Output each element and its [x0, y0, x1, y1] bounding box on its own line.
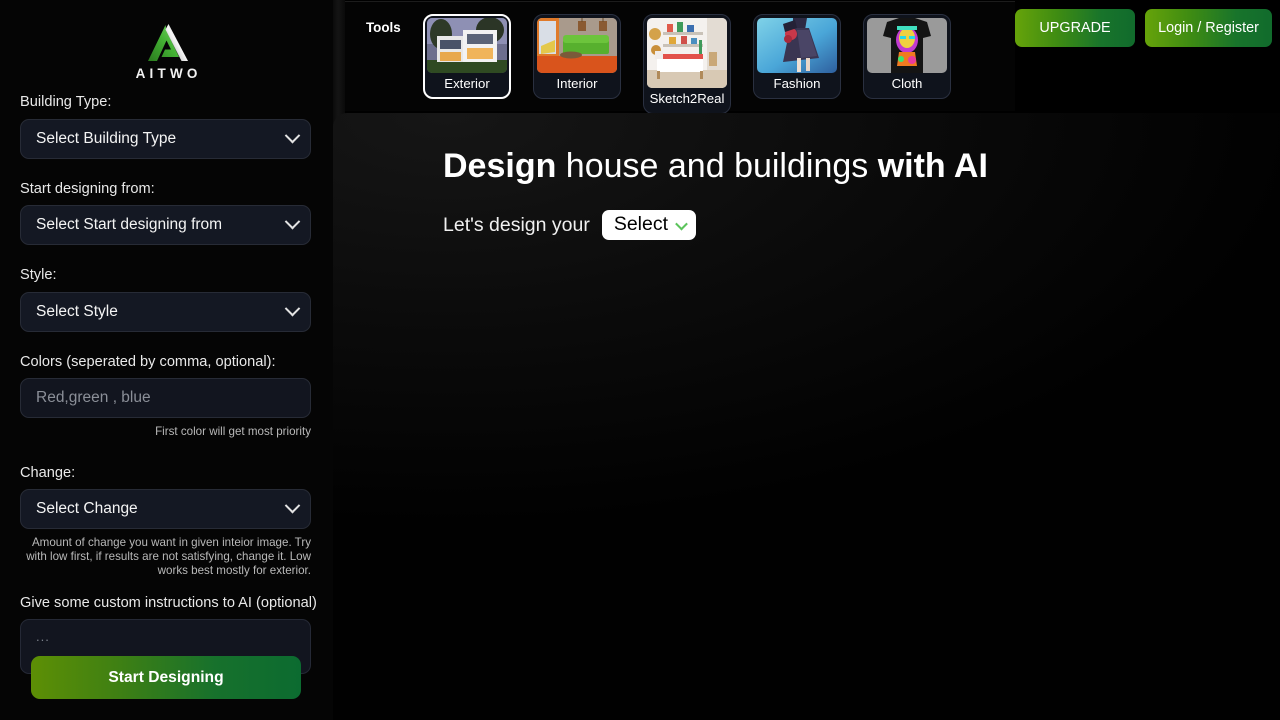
- tools-bar: Tools Exterior Interior Sketch2Real Fash…: [345, 1, 1015, 114]
- select-building-type[interactable]: Select Building Type: [20, 118, 311, 159]
- select-style[interactable]: Select Style: [20, 291, 311, 332]
- hero-subtitle-row: Let's design your Select: [443, 210, 697, 240]
- sidebar-panel: AITWO Building Type: Select Building Typ…: [0, 0, 333, 720]
- tool-card-cloth[interactable]: Cloth: [863, 14, 951, 99]
- field-start-designing-from: Start designing from: Select Start desig…: [0, 180, 333, 246]
- upgrade-button[interactable]: UPGRADE: [1015, 9, 1135, 47]
- brand-name: AITWO: [135, 66, 202, 81]
- tool-card-sketch2real[interactable]: Sketch2Real: [643, 14, 731, 114]
- white-bedroom-sketch-photo: [647, 18, 727, 88]
- main-content-panel: Design house and buildings with AI Let's…: [333, 113, 1280, 720]
- chevron-down-icon: [284, 127, 301, 144]
- tool-label-exterior: Exterior: [444, 76, 490, 91]
- select-building-type-value: Select Building Type: [36, 129, 177, 147]
- change-hint: Amount of change you want in given intei…: [26, 536, 311, 578]
- field-custom-instructions: Give some custom instructions to AI (opt…: [0, 594, 333, 611]
- label-colors: Colors (seperated by comma, optional):: [20, 353, 276, 370]
- label-start-designing-from: Start designing from:: [20, 180, 155, 197]
- page-title: Design house and buildings with AI: [443, 149, 988, 183]
- label-style: Style:: [20, 267, 57, 284]
- chevron-down-icon: [284, 498, 301, 514]
- chevron-down-icon: [284, 300, 301, 317]
- hero-subtitle-text: Let's design your: [443, 213, 590, 236]
- tools-title: Tools: [366, 20, 401, 35]
- modern-house-exterior-photo: [427, 18, 507, 73]
- neon-print-tshirt-photo: [867, 18, 947, 73]
- page-title-part2: house and buildings: [556, 147, 878, 185]
- field-style: Style: Select Style: [0, 268, 333, 332]
- label-change: Change:: [20, 464, 76, 481]
- green-sofa-living-room-photo: [537, 18, 617, 73]
- design-form: Building Type: Select Building Type Star…: [0, 95, 333, 675]
- tool-label-interior: Interior: [556, 76, 598, 91]
- field-colors: Colors (seperated by comma, optional): R…: [0, 355, 333, 419]
- tool-label-cloth: Cloth: [891, 76, 923, 91]
- page-title-part3: with AI: [877, 147, 988, 185]
- colors-hint: First color will get most priority: [155, 425, 311, 439]
- label-custom-instructions: Give some custom instructions to AI (opt…: [20, 594, 317, 611]
- hero-select-dropdown[interactable]: Select: [601, 210, 697, 240]
- select-change-value: Select Change: [36, 500, 138, 518]
- app-root: AITWO Building Type: Select Building Typ…: [0, 0, 1280, 720]
- fashion-dress-illustration: [757, 18, 837, 73]
- colors-input[interactable]: Red,green , blue: [20, 378, 311, 419]
- triangle-logo-icon: [147, 24, 188, 61]
- chevron-down-icon: [675, 217, 688, 230]
- tool-card-exterior[interactable]: Exterior: [423, 14, 511, 99]
- label-building-type: Building Type:: [20, 94, 112, 110]
- select-change[interactable]: Select Change: [20, 489, 311, 530]
- start-designing-button[interactable]: Start Designing: [31, 656, 301, 699]
- field-building-type: Building Type: Select Building Type: [0, 95, 333, 159]
- colors-input-placeholder: Red,green , blue: [36, 389, 151, 407]
- select-start-designing-from-value: Select Start designing from: [36, 216, 223, 234]
- tool-card-interior[interactable]: Interior: [533, 14, 621, 99]
- field-change: Change: Select Change: [0, 464, 333, 530]
- tool-label-sketch2real: Sketch2Real: [649, 91, 725, 106]
- hero-select-value: Select: [613, 213, 669, 236]
- page-title-part1: Design: [443, 147, 557, 185]
- brand-logo[interactable]: AITWO: [0, 22, 333, 81]
- tools-list: Exterior Interior Sketch2Real Fashion Cl…: [423, 14, 951, 114]
- tool-card-fashion[interactable]: Fashion: [753, 14, 841, 99]
- select-start-designing-from[interactable]: Select Start designing from: [20, 205, 311, 246]
- login-register-button[interactable]: Login / Register: [1145, 9, 1272, 47]
- chevron-down-icon: [284, 214, 301, 230]
- select-style-value: Select Style: [36, 302, 118, 320]
- tool-label-fashion: Fashion: [773, 76, 821, 91]
